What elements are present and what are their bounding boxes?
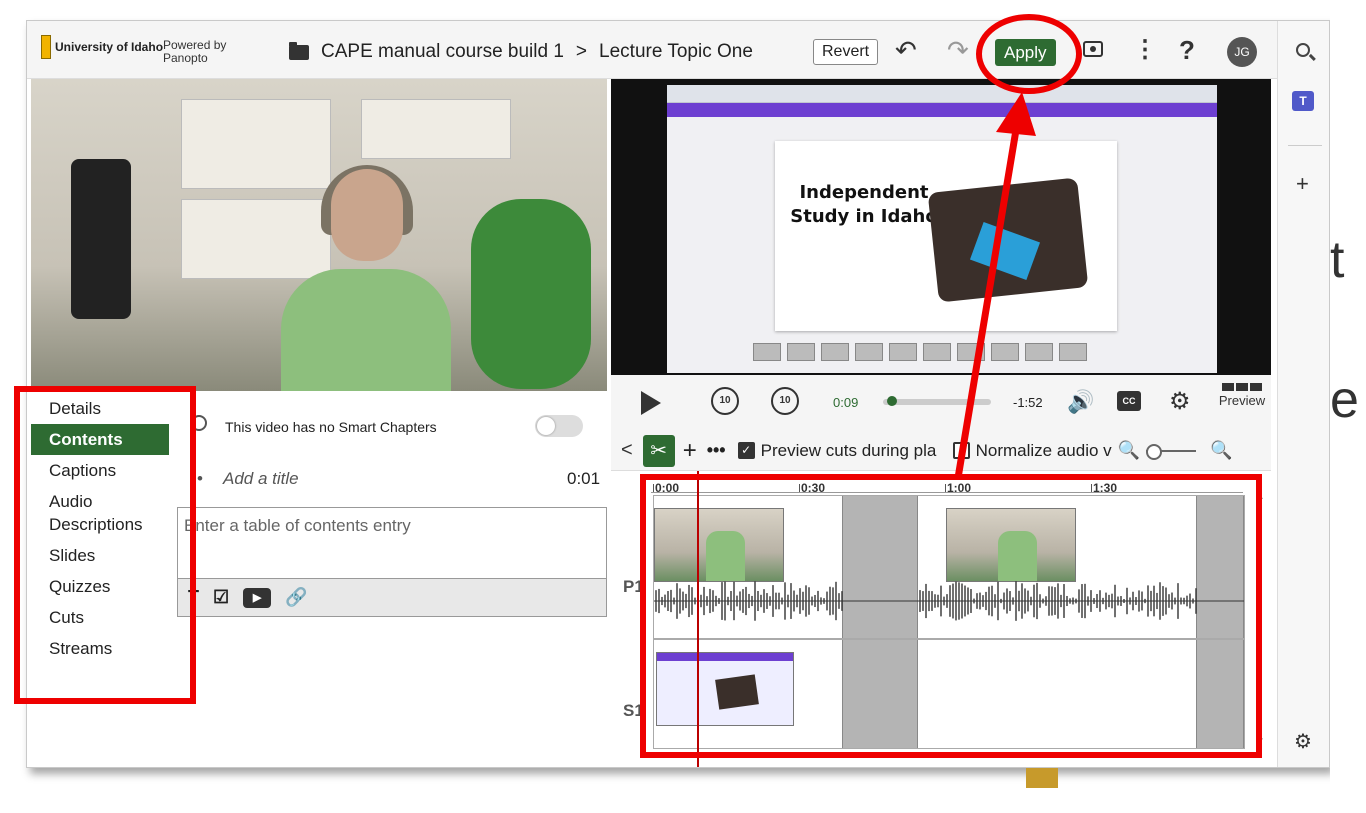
thumb bbox=[821, 343, 849, 361]
background-page-edge: t e bbox=[1330, 0, 1366, 813]
zoom-slider[interactable] bbox=[1146, 443, 1197, 460]
powered-by-label: Powered by Panopto bbox=[163, 38, 227, 65]
link-icon[interactable]: 🔗 bbox=[285, 587, 307, 608]
annotation-oval-apply bbox=[976, 14, 1082, 94]
presenter-body bbox=[281, 269, 451, 391]
kebab-icon[interactable]: ⋮ bbox=[1133, 35, 1157, 64]
revert-button[interactable]: Revert bbox=[813, 39, 879, 65]
normalize-audio-label: Normalize audio v bbox=[975, 440, 1112, 460]
current-time: 0:09 bbox=[833, 395, 859, 410]
preview-button[interactable]: Preview bbox=[1215, 383, 1269, 408]
divider bbox=[1288, 145, 1322, 146]
gear-icon[interactable]: ⚙ bbox=[1294, 729, 1312, 754]
add-icon[interactable]: + bbox=[683, 437, 697, 465]
thumb bbox=[787, 343, 815, 361]
youtube-icon[interactable]: ▶ bbox=[243, 587, 272, 608]
timeline-toolbar: < ✂ + ••• ✓ Preview cuts during pla Norm… bbox=[611, 431, 1271, 471]
search-icon[interactable] bbox=[1296, 43, 1310, 57]
preview-cuts-label: Preview cuts during pla bbox=[760, 440, 937, 460]
thumb bbox=[1025, 343, 1053, 361]
background-glyph: e bbox=[1330, 371, 1359, 429]
entry-bullet: • bbox=[197, 469, 203, 488]
screen-video[interactable]: Independent Study in Idaho bbox=[611, 79, 1271, 375]
folder-icon bbox=[289, 41, 309, 60]
thumb bbox=[855, 343, 883, 361]
logo-text: University of Idaho bbox=[55, 40, 164, 54]
entry-title-input[interactable]: Add a title bbox=[223, 469, 299, 489]
toc-entry-textarea[interactable]: Enter a table of contents entry bbox=[177, 507, 607, 579]
captured-screen: Independent Study in Idaho bbox=[667, 85, 1217, 373]
shelf bbox=[361, 99, 511, 159]
editor-bar bbox=[667, 103, 1217, 117]
lamp-object bbox=[71, 159, 131, 319]
thumb bbox=[753, 343, 781, 361]
scissors-icon[interactable]: ✂ bbox=[642, 434, 675, 467]
presenter-head bbox=[331, 169, 403, 261]
tree-object bbox=[471, 199, 591, 389]
forward-10-icon[interactable]: 10 bbox=[771, 387, 799, 415]
breadcrumb-session: Lecture Topic One bbox=[599, 41, 753, 62]
top-bar: University of Idaho Powered by Panopto C… bbox=[27, 21, 1277, 79]
remaining-time: -1:52 bbox=[1013, 395, 1043, 410]
teams-icon[interactable]: T bbox=[1292, 91, 1314, 111]
breadcrumb: CAPE manual course build 1 > Lecture Top… bbox=[289, 41, 753, 63]
zoom-out-icon[interactable]: 🔍 bbox=[1118, 440, 1140, 461]
redo-icon[interactable]: ↷ bbox=[947, 35, 969, 66]
toc-toolbar: T ☑ ▶ 🔗 bbox=[177, 579, 607, 617]
player-controls: 10 10 0:09 -1:52 🔊 CC ⚙ Preview bbox=[611, 375, 1271, 431]
undo-icon[interactable]: ↶ bbox=[895, 35, 917, 66]
progress-knob[interactable] bbox=[886, 396, 897, 406]
thumb bbox=[1059, 343, 1087, 361]
slide-thumbnails bbox=[753, 343, 1133, 363]
breadcrumb-separator: > bbox=[575, 41, 588, 62]
play-icon[interactable] bbox=[641, 391, 661, 415]
avatar[interactable]: JG bbox=[1227, 37, 1257, 67]
smart-chapters-text: This video has no Smart Chapters bbox=[225, 419, 437, 435]
university-logo: University of Idaho bbox=[41, 35, 163, 59]
thumb bbox=[923, 343, 951, 361]
normalize-audio-checkbox[interactable] bbox=[952, 442, 970, 459]
annotation-box-menu bbox=[14, 386, 196, 704]
preview-icon bbox=[1215, 383, 1269, 391]
thumb bbox=[889, 343, 917, 361]
volume-icon[interactable]: 🔊 bbox=[1067, 389, 1094, 415]
quiz-icon[interactable]: ☑ bbox=[213, 587, 229, 608]
right-rail: T + ⚙ bbox=[1277, 21, 1329, 767]
preview-cuts-checkbox[interactable]: ✓ bbox=[737, 442, 755, 459]
thumb bbox=[991, 343, 1019, 361]
chevron-left-icon[interactable]: < bbox=[621, 439, 633, 462]
more-icon[interactable]: ••• bbox=[707, 440, 726, 461]
rewind-10-icon[interactable]: 10 bbox=[711, 387, 739, 415]
browser-bar bbox=[667, 85, 1217, 103]
eye-icon[interactable] bbox=[1083, 41, 1103, 57]
entry-timestamp: 0:01 bbox=[567, 469, 601, 488]
plus-icon[interactable]: + bbox=[1296, 171, 1309, 197]
settings-icon[interactable]: ⚙ bbox=[1169, 387, 1191, 416]
logo-mark bbox=[41, 35, 51, 59]
background-object bbox=[1026, 768, 1058, 788]
progress-bar[interactable] bbox=[883, 396, 991, 406]
thumb bbox=[957, 343, 985, 361]
background-glyph: t bbox=[1330, 231, 1345, 289]
slide-title: Independent Study in Idaho bbox=[790, 182, 938, 227]
smart-chapters-toggle[interactable] bbox=[535, 415, 583, 437]
cc-icon[interactable]: CC bbox=[1117, 391, 1141, 411]
help-icon[interactable]: ? bbox=[1179, 35, 1195, 66]
presenter-video[interactable] bbox=[31, 79, 607, 391]
slide: Independent Study in Idaho bbox=[775, 141, 1117, 331]
breadcrumb-folder[interactable]: CAPE manual course build 1 bbox=[321, 41, 564, 63]
annotation-box-timeline bbox=[640, 474, 1262, 758]
presenter bbox=[281, 165, 451, 391]
zoom-in-icon[interactable]: 🔍 bbox=[1210, 440, 1232, 461]
preview-label: Preview bbox=[1218, 393, 1266, 408]
